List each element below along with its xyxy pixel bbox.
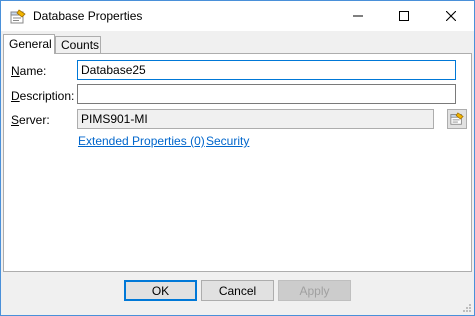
server-field: PIMS901-MI <box>77 109 434 129</box>
cancel-button[interactable]: Cancel <box>201 280 274 301</box>
database-properties-dialog: Database Properties General Counts Name:… <box>0 0 475 316</box>
apply-button[interactable]: Apply <box>278 280 351 301</box>
ok-button[interactable]: OK <box>124 280 197 301</box>
tab-strip: General Counts <box>3 34 473 54</box>
minimize-button[interactable] <box>335 1 381 31</box>
maximize-icon <box>399 11 409 21</box>
general-tab-panel: Name: Description: Server: PIMS901-MI Ex… <box>3 53 472 272</box>
server-properties-icon <box>450 112 464 125</box>
close-button[interactable] <box>428 1 474 31</box>
maximize-button[interactable] <box>381 1 427 31</box>
description-input[interactable] <box>77 84 456 104</box>
minimize-icon <box>353 15 363 17</box>
description-label: Description: <box>11 89 75 103</box>
tab-counts[interactable]: Counts <box>55 36 101 53</box>
name-input[interactable] <box>77 60 456 80</box>
database-properties-icon <box>10 9 26 24</box>
name-label: Name: <box>11 64 47 78</box>
resize-grip-icon[interactable] <box>462 303 472 313</box>
security-link[interactable]: Security <box>206 134 249 148</box>
close-icon <box>446 11 456 21</box>
extended-properties-link[interactable]: Extended Properties (0) <box>78 134 205 148</box>
server-browse-button[interactable] <box>447 109 467 129</box>
window-title: Database Properties <box>33 9 143 23</box>
tab-general[interactable]: General <box>3 34 55 54</box>
server-label: Server: <box>11 113 50 127</box>
title-bar[interactable]: Database Properties <box>1 1 474 31</box>
